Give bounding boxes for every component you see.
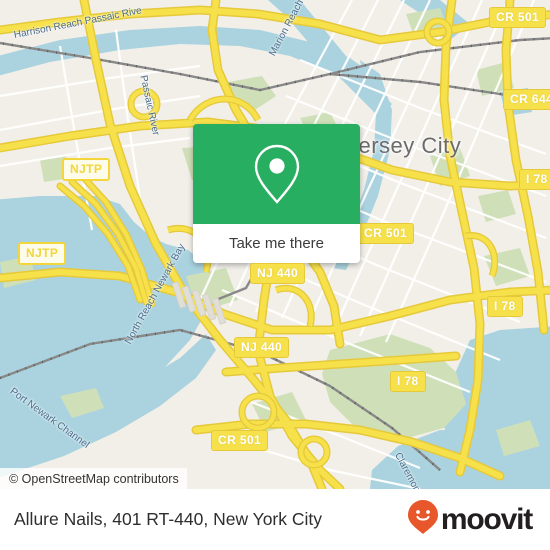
map-canvas[interactable]: Jersey City Harrison Reach Passaic Rive …: [0, 0, 550, 489]
footer-bar: Allure Nails, 401 RT-440, New York City …: [0, 489, 550, 550]
road-shield-njtp-upper[interactable]: NJTP: [62, 158, 111, 181]
map-screenshot: Jersey City Harrison Reach Passaic Rive …: [0, 0, 550, 550]
map-pin-icon: [251, 143, 303, 205]
moovit-logo[interactable]: moovit: [407, 499, 533, 540]
road-shield-njtp-lower[interactable]: NJTP: [18, 242, 67, 265]
road-shield-i-78-south[interactable]: I 78: [390, 371, 426, 392]
take-me-there-label: Take me there: [228, 235, 325, 252]
location-popup[interactable]: Take me there: [193, 124, 360, 274]
road-shield-cr-501-center[interactable]: CR 501: [357, 223, 415, 244]
popup-pin-area: [193, 124, 360, 224]
road-shield-i-78-east[interactable]: I 78: [487, 296, 523, 317]
road-shield-nj-440-lower[interactable]: NJ 440: [234, 337, 290, 358]
road-shield-cr-644[interactable]: CR 644: [503, 89, 550, 110]
road-shield-cr-501-south[interactable]: CR 501: [211, 430, 269, 451]
moovit-wordmark: moovit: [440, 502, 533, 536]
osm-attribution-label: © OpenStreetMap contributors: [9, 471, 179, 486]
road-shield-cr-501-north[interactable]: CR 501: [489, 7, 547, 28]
osm-attribution[interactable]: © OpenStreetMap contributors: [0, 468, 187, 489]
moovit-pin-icon: [407, 499, 439, 540]
road-shield-i-78-northeast[interactable]: I 78: [519, 169, 550, 190]
take-me-there-button[interactable]: Take me there: [193, 224, 360, 263]
page-title: Allure Nails, 401 RT-440, New York City: [14, 509, 323, 529]
road-shield-nj-440-upper[interactable]: NJ 440: [250, 263, 306, 284]
